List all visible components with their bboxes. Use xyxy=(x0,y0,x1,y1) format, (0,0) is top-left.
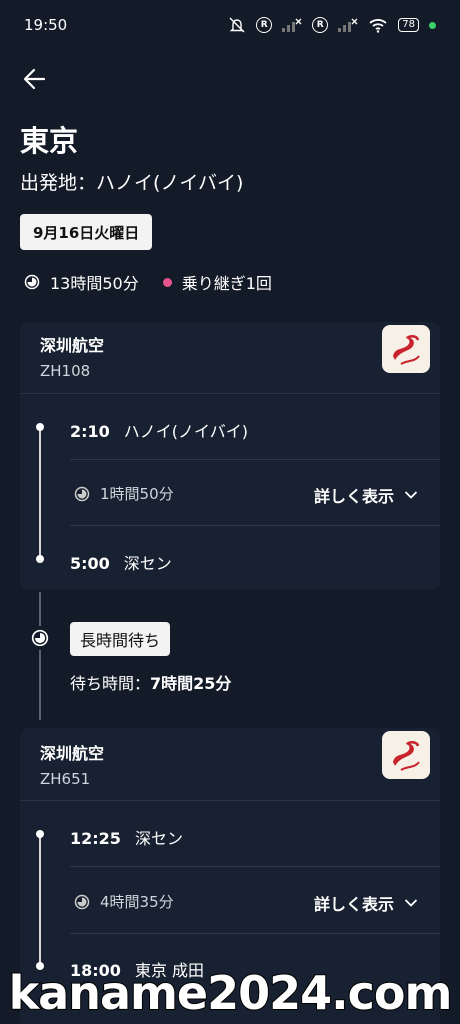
signal-off-icon xyxy=(282,18,302,32)
chevron-down-icon xyxy=(404,899,418,907)
airline-logo-icon xyxy=(382,325,430,373)
departure-row: 2:10 ハノイ(ノイバイ) xyxy=(70,418,248,442)
departure-dot xyxy=(36,830,44,838)
registered-icon: R xyxy=(256,17,273,33)
show-details-button[interactable]: 詳しく表示 xyxy=(314,483,418,507)
departure-dot xyxy=(36,423,44,431)
segment-divider xyxy=(70,525,440,526)
arrow-left-icon xyxy=(23,68,46,90)
transfer-dot-icon xyxy=(162,277,172,287)
flight-duration: 1時間50分 xyxy=(74,483,174,504)
arrival-row: 5:00 深セン xyxy=(70,550,172,574)
airline-name: 深圳航空 xyxy=(40,744,105,763)
status-time: 19:50 xyxy=(24,16,68,34)
show-details-button[interactable]: 詳しく表示 xyxy=(314,891,418,915)
wait-time: 待ち時間：7時間25分 xyxy=(70,670,231,694)
arrival-time: 5:00 xyxy=(70,554,110,573)
timeline-line xyxy=(39,428,41,560)
layover-clock-icon xyxy=(31,629,49,647)
total-duration: 13時間50分 xyxy=(50,274,139,293)
clock-icon xyxy=(74,486,90,501)
back-button[interactable] xyxy=(20,64,50,94)
page-title: 東京 xyxy=(20,124,79,158)
departure-time: 12:25 xyxy=(70,829,121,848)
airline-name: 深圳航空 xyxy=(40,336,105,355)
flight-number: ZH108 xyxy=(40,362,91,380)
signal-off-icon-2 xyxy=(338,18,358,32)
long-wait-badge: 長時間待ち xyxy=(70,622,171,656)
layover-line xyxy=(39,650,41,720)
battery-icon: 78 xyxy=(398,18,419,32)
show-details-label: 詳しく表示 xyxy=(313,895,394,914)
trip-summary: 13時間50分 乗り継ぎ1回 xyxy=(24,270,272,294)
segment-divider xyxy=(70,866,440,867)
origin-label: 出発地：ハノイ(ノイバイ) xyxy=(20,172,244,194)
segment-divider xyxy=(70,933,440,934)
departure-row: 12:25 深セン xyxy=(70,825,183,849)
card-divider xyxy=(20,393,440,394)
flight-number: ZH651 xyxy=(40,770,91,788)
status-bar: 19:50 R R 78 xyxy=(0,0,460,50)
transfer-count: 乗り継ぎ1回 xyxy=(181,274,272,293)
date-chip: 9月16日火曜日 xyxy=(20,214,153,250)
departure-place: 深セン xyxy=(134,829,183,848)
departure-place: ハノイ(ノイバイ) xyxy=(123,422,248,441)
registered-icon-2: R xyxy=(312,17,329,33)
chevron-down-icon xyxy=(404,491,418,499)
clock-icon xyxy=(24,274,40,290)
arrival-dot xyxy=(36,555,44,563)
wait-value: 7時間25分 xyxy=(150,674,232,693)
privacy-indicator-icon xyxy=(429,21,436,29)
airline-logo-icon xyxy=(382,731,430,779)
show-details-label: 詳しく表示 xyxy=(313,487,394,506)
flight-leg-card: 深圳航空 ZH108 2:10 ハノイ(ノイバイ) 1時間50分 詳しく表示 5:… xyxy=(20,322,440,590)
layover-line xyxy=(39,592,41,626)
clock-icon xyxy=(74,894,90,909)
segment-divider xyxy=(70,459,440,460)
departure-time: 2:10 xyxy=(70,422,110,441)
arrival-place: 深セン xyxy=(123,554,172,573)
flight-duration: 4時間35分 xyxy=(74,891,174,912)
timeline-line xyxy=(39,835,41,965)
card-divider xyxy=(20,800,440,801)
duration-text: 4時間35分 xyxy=(100,893,174,911)
duration-text: 1時間50分 xyxy=(100,485,174,503)
muted-bell-icon xyxy=(229,17,245,33)
watermark: kaname2024.com xyxy=(8,965,454,1021)
status-icons: R R 78 xyxy=(228,16,436,34)
wifi-icon xyxy=(369,19,387,33)
wait-label: 待ち時間： xyxy=(70,674,151,693)
